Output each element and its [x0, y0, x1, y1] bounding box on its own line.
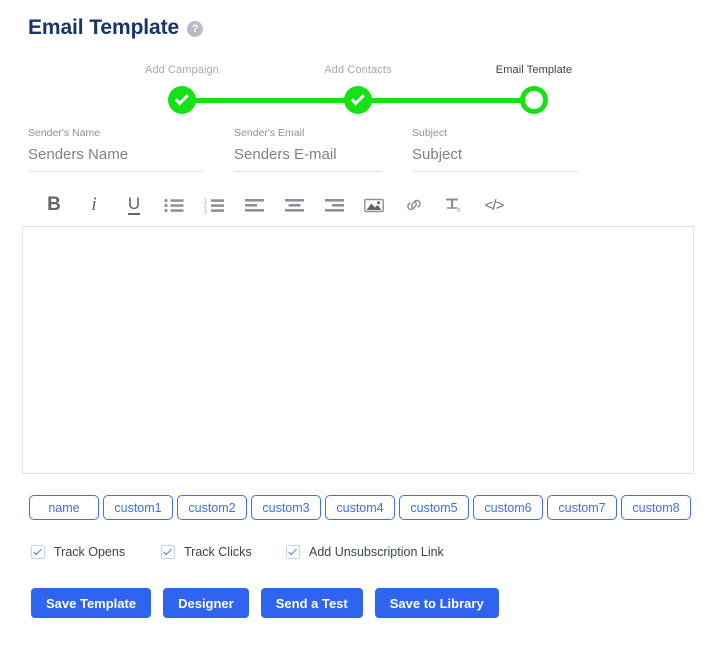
- underline-icon[interactable]: U: [114, 190, 154, 220]
- stepper-label-add-contacts: Add Contacts: [324, 64, 392, 76]
- checkbox-box-track-clicks[interactable]: [161, 545, 175, 559]
- chip-custom8[interactable]: custom8: [621, 495, 691, 520]
- editor-toolbar: B i U 1 2 3 x </>: [34, 190, 514, 220]
- subject-input[interactable]: [412, 145, 578, 172]
- save-template-button[interactable]: Save Template: [31, 588, 152, 618]
- source-code-icon[interactable]: </>: [474, 190, 514, 220]
- svg-text:3: 3: [204, 208, 207, 213]
- chip-custom5[interactable]: custom5: [399, 495, 469, 520]
- align-center-icon[interactable]: [274, 190, 314, 220]
- stepper-dot-add-contacts[interactable]: [344, 86, 372, 114]
- senders-name-input[interactable]: [28, 145, 204, 172]
- stepper-dot-add-campaign[interactable]: [168, 86, 196, 114]
- designer-button[interactable]: Designer: [163, 588, 249, 618]
- senders-email-field-group: Sender's Email: [234, 128, 412, 172]
- italic-glyph: i: [91, 194, 97, 215]
- svg-text:x: x: [457, 206, 461, 213]
- checkbox-box-track-opens[interactable]: [31, 545, 45, 559]
- progress-stepper: Add Campaign Add Contacts Email Template: [145, 64, 572, 118]
- email-body-editor[interactable]: [22, 226, 694, 474]
- check-icon: [350, 90, 365, 105]
- checkbox-label-track-opens: Track Opens: [54, 545, 126, 559]
- chip-custom1[interactable]: custom1: [103, 495, 173, 520]
- ordered-list-icon[interactable]: 1 2 3: [194, 190, 234, 220]
- tracking-options: Track Opens Track Clicks Add Unsubscript…: [31, 545, 444, 559]
- action-buttons: Save Template Designer Send a Test Save …: [31, 588, 499, 618]
- chip-custom3[interactable]: custom3: [251, 495, 321, 520]
- check-icon: [288, 546, 297, 556]
- stepper-label-email-template: Email Template: [495, 64, 573, 76]
- save-to-library-button[interactable]: Save to Library: [374, 588, 499, 618]
- italic-icon[interactable]: i: [74, 190, 114, 220]
- subject-label: Subject: [412, 127, 448, 139]
- chip-custom6[interactable]: custom6: [473, 495, 543, 520]
- chip-custom7[interactable]: custom7: [547, 495, 617, 520]
- checkbox-label-track-clicks: Track Clicks: [184, 545, 252, 559]
- stepper-dot-email-template[interactable]: [520, 86, 548, 114]
- chip-name[interactable]: name: [29, 495, 99, 520]
- sender-fields: Sender's Name Sender's Email Subject: [28, 128, 688, 172]
- bold-glyph: B: [47, 194, 61, 215]
- senders-name-field-group: Sender's Name: [28, 128, 234, 172]
- checkbox-label-add-unsubscription-link: Add Unsubscription Link: [309, 545, 444, 559]
- insert-link-icon[interactable]: [394, 190, 434, 220]
- merge-variable-chips: name custom1 custom2 custom3 custom4 cus…: [29, 495, 691, 520]
- source-code-glyph: </>: [484, 196, 505, 214]
- bold-icon[interactable]: B: [34, 190, 74, 220]
- checkbox-add-unsubscription-link[interactable]: Add Unsubscription Link: [286, 545, 444, 559]
- help-circle-icon[interactable]: ?: [187, 21, 204, 37]
- senders-name-label: Sender's Name: [28, 127, 101, 139]
- align-right-icon[interactable]: [314, 190, 354, 220]
- stepper-label-add-campaign: Add Campaign: [145, 64, 219, 76]
- send-a-test-button[interactable]: Send a Test: [260, 588, 363, 618]
- email-template-page: Email Template ? Add Campaign Add Contac…: [0, 0, 716, 652]
- check-icon: [33, 546, 42, 556]
- remove-format-icon[interactable]: x: [434, 190, 474, 220]
- page-title: Email Template: [28, 16, 180, 39]
- checkbox-track-opens[interactable]: Track Opens: [31, 545, 161, 559]
- senders-email-label: Sender's Email: [234, 127, 305, 139]
- subject-field-group: Subject: [412, 128, 608, 172]
- chip-custom4[interactable]: custom4: [325, 495, 395, 520]
- unordered-list-icon[interactable]: [154, 190, 194, 220]
- insert-image-icon[interactable]: [354, 190, 394, 220]
- senders-email-input[interactable]: [234, 145, 382, 172]
- checkbox-track-clicks[interactable]: Track Clicks: [161, 545, 286, 559]
- align-left-icon[interactable]: [234, 190, 274, 220]
- check-icon: [163, 546, 172, 556]
- page-header: Email Template ?: [28, 16, 204, 39]
- chip-custom2[interactable]: custom2: [177, 495, 247, 520]
- check-icon: [174, 90, 189, 105]
- underline-glyph: U: [127, 194, 141, 216]
- checkbox-box-add-unsubscription-link[interactable]: [286, 545, 300, 559]
